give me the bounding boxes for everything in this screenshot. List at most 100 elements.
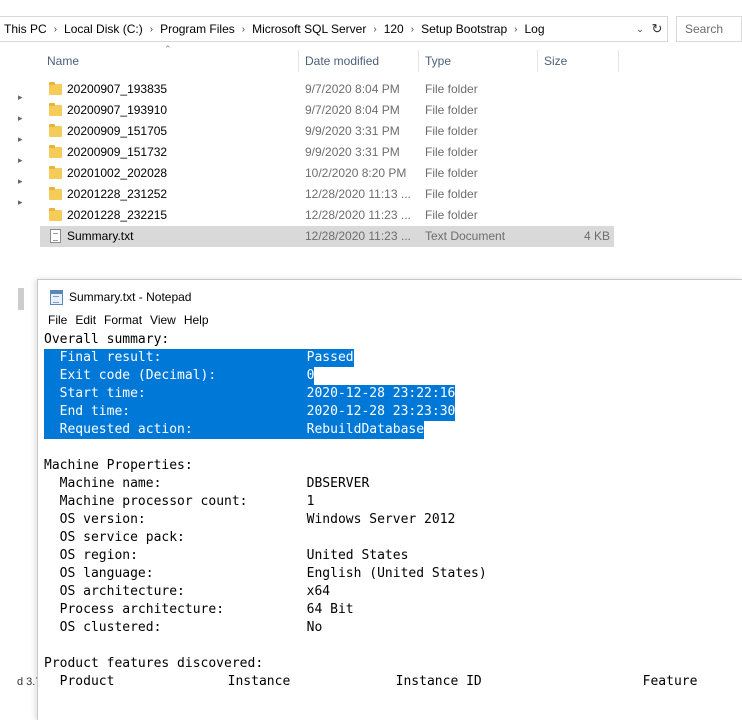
column-type[interactable]: Type [425, 50, 451, 74]
property-value: 0 [306, 368, 315, 383]
property-value: 2020-12-28 23:23:30 [306, 404, 456, 419]
breadcrumb-item[interactable]: Program Files [160, 22, 235, 36]
property-value: RebuildDatabase [306, 422, 425, 437]
notepad-window: Summary.txt - Notepad File Edit Format View… [37, 279, 742, 720]
column-divider[interactable] [537, 50, 538, 72]
folder-icon [49, 208, 62, 221]
address-bar[interactable]: This PC › Local Disk (C:) › Program Files › Mi… [0, 16, 668, 42]
menu-item-format[interactable]: Format [104, 313, 142, 327]
file-row[interactable]: 20200909_151705 9/9/2020 3:31 PM File fold… [40, 121, 614, 142]
expand-arrow-icon[interactable]: ▸ [18, 155, 23, 166]
window-title: Summary.txt - Notepad [69, 290, 192, 304]
expand-arrow-icon[interactable]: ▸ [18, 176, 23, 187]
text-line: OS region: United States [44, 547, 723, 565]
property-value: 64 Bit [306, 602, 354, 617]
text-line: Exit code (Decimal): 0 [44, 367, 723, 385]
column-heading: Instance [227, 674, 291, 689]
text-line [44, 637, 723, 655]
property-value: x64 [306, 584, 331, 599]
file-row[interactable]: 20200909_151732 9/9/2020 3:31 PM File fold… [40, 142, 614, 163]
text-line: Start time: 2020-12-28 23:22:16 [44, 385, 723, 403]
breadcrumb-chevron-icon[interactable]: › [514, 24, 517, 35]
menu-bar: File Edit Format View Help [48, 313, 217, 327]
menu-item-file[interactable]: File [48, 313, 67, 327]
breadcrumb-item[interactable]: Microsoft SQL Server [252, 22, 366, 36]
column-name[interactable]: Name [47, 50, 79, 74]
expand-arrow-icon[interactable]: ▸ [18, 113, 23, 124]
search-input[interactable]: Search [676, 16, 742, 42]
file-date: 9/9/2020 3:31 PM [305, 145, 400, 159]
property-key: Machine name: [59, 476, 162, 491]
chevron-down-icon[interactable]: ⌄ [633, 24, 647, 35]
column-heading: Instance ID [395, 674, 482, 689]
file-type: File folder [425, 187, 478, 201]
property-key: End time: [59, 404, 131, 419]
selected-text: Final result: Passed [44, 349, 354, 367]
file-size: 4 KB [583, 229, 610, 243]
text-line: Machine name: DBSERVER [44, 475, 723, 493]
file-type: File folder [425, 82, 478, 96]
text-area[interactable]: Overall summary: Final result: Passed Exi… [44, 331, 723, 691]
property-key: OS version: [59, 512, 146, 527]
breadcrumb-chevron-icon[interactable]: › [54, 24, 57, 35]
text-line: OS architecture: x64 [44, 583, 723, 601]
menu-item-edit[interactable]: Edit [75, 313, 96, 327]
file-type: Text Document [425, 229, 506, 243]
text-line: End time: 2020-12-28 23:23:30 [44, 403, 723, 421]
column-date-modified[interactable]: Date modified [305, 50, 379, 74]
selected-text: Start time: 2020-12-28 23:22:16 [44, 385, 456, 403]
breadcrumb-item[interactable]: 120 [384, 22, 404, 36]
section-heading: Product features discovered: [44, 656, 264, 671]
notepad-icon [50, 289, 63, 305]
text-line: Final result: Passed [44, 349, 723, 367]
breadcrumb-item[interactable]: Local Disk (C:) [64, 22, 143, 36]
property-value: United States [306, 548, 409, 563]
column-size[interactable]: Size [544, 50, 567, 74]
property-key: OS language: [59, 566, 154, 581]
scrollbar-thumb[interactable] [18, 288, 24, 310]
file-row[interactable]: Summary.txt 12/28/2020 11:23 ... Text Docu… [40, 226, 614, 247]
file-list: 20200907_193835 9/7/2020 8:04 PM File fold… [40, 79, 614, 247]
breadcrumb-item[interactable]: Setup Bootstrap [421, 22, 507, 36]
text-line: OS clustered: No [44, 619, 723, 637]
text-line: OS language: English (United States) [44, 565, 723, 583]
text-line: Machine processor count: 1 [44, 493, 723, 511]
file-row[interactable]: 20201228_232215 12/28/2020 11:23 ... File … [40, 205, 614, 226]
breadcrumb-chevron-icon[interactable]: › [411, 24, 414, 35]
breadcrumb-item[interactable]: This PC [4, 22, 47, 36]
file-row[interactable]: 20201002_202028 10/2/2020 8:20 PM File fol… [40, 163, 614, 184]
property-value: 2020-12-28 23:22:16 [306, 386, 456, 401]
sort-ascending-icon: ⌃ [164, 44, 172, 54]
folder-icon [49, 187, 62, 200]
expand-arrow-icon[interactable]: ▸ [18, 197, 23, 208]
file-type: File folder [425, 208, 478, 222]
file-row[interactable]: 20200907_193835 9/7/2020 8:04 PM File fold… [40, 79, 614, 100]
property-value: English (United States) [306, 566, 487, 581]
file-row[interactable]: 20200907_193910 9/7/2020 8:04 PM File fold… [40, 100, 614, 121]
breadcrumb-chevron-icon[interactable]: › [242, 24, 245, 35]
menu-item-help[interactable]: Help [184, 313, 209, 327]
folder-icon [49, 82, 62, 95]
file-name: 20200907_193910 [67, 103, 168, 117]
menu-item-view[interactable]: View [150, 313, 176, 327]
property-key: OS clustered: [59, 620, 162, 635]
file-date: 12/28/2020 11:13 ... [305, 187, 411, 201]
column-divider[interactable] [418, 50, 419, 72]
property-key: Exit code (Decimal): [59, 368, 217, 383]
expand-arrow-icon[interactable]: ▸ [18, 92, 23, 103]
file-name: 20201228_232215 [67, 208, 168, 222]
file-row[interactable]: 20201228_231252 12/28/2020 11:13 ... File … [40, 184, 614, 205]
section-heading: Machine Properties: [44, 458, 193, 473]
file-type: File folder [425, 103, 478, 117]
column-divider[interactable] [298, 50, 299, 72]
refresh-icon[interactable]: ↻ [647, 21, 667, 37]
file-type: File folder [425, 124, 478, 138]
expand-arrow-icon[interactable]: ▸ [18, 134, 23, 145]
property-key: OS service pack: [59, 530, 185, 545]
column-divider[interactable] [618, 50, 619, 72]
breadcrumb-chevron-icon[interactable]: › [373, 24, 376, 35]
breadcrumb-chevron-icon[interactable]: › [150, 24, 153, 35]
column-heading: Feature [642, 674, 698, 689]
breadcrumb-item[interactable]: Log [524, 22, 544, 36]
breadcrumb[interactable]: This PC › Local Disk (C:) › Program Files › Mi… [0, 22, 633, 36]
